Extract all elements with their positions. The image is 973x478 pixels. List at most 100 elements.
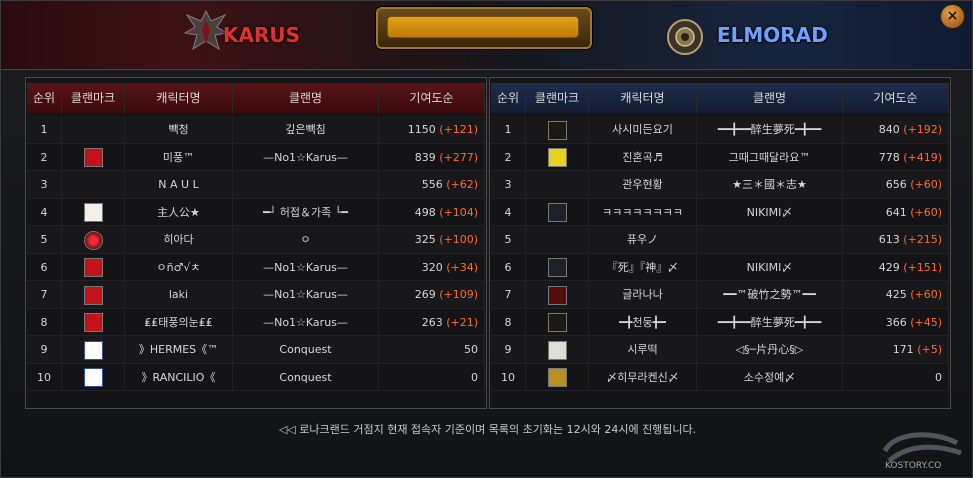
character-name: 관우현황	[589, 171, 697, 198]
karus-faction-name: KARUS	[223, 23, 301, 47]
points-delta: (+121)	[439, 123, 478, 136]
points-value: 498	[414, 205, 436, 219]
red-clan-mark-icon	[83, 258, 103, 277]
castle-mark-icon	[547, 203, 567, 222]
blue-c-mark-icon	[83, 368, 103, 387]
table-row: 6 『死』『神』〆 NIKIMI〆 429 (+151)	[491, 253, 949, 281]
table-row: 2 진혼곡♬ 그때그때달라요™ 778 (+419)	[491, 143, 949, 171]
yellow-text-mark-icon	[547, 148, 567, 167]
character-name: 〆히무라켄신〆	[589, 363, 697, 390]
watermark-text: KOSTORY.CO	[885, 461, 942, 471]
title-plate-inner	[387, 16, 579, 38]
table-row: 5 히아다 ㅇ 325 (+100)	[27, 226, 485, 254]
header-clan-mark: 클랜마크	[62, 83, 125, 113]
table-row: 2 미풍™ —No1☆Karus— 839 (+277)	[27, 143, 485, 171]
points-value: 839	[414, 150, 436, 164]
points-value: 425	[885, 288, 907, 301]
clan-name: ㅇ	[233, 226, 379, 253]
header-character: 캐릭터명	[125, 83, 233, 113]
title-plate	[376, 7, 592, 49]
character-name: 미풍™	[125, 143, 233, 170]
clan-mark-cell	[526, 198, 589, 225]
clan-name	[697, 226, 843, 253]
elmorad-ranking-panel: 순위 클랜마크 캐릭터명 클랜명 기여도순 1 사시미든요기 ━━╋━━醉生夢死━╋…	[489, 77, 951, 409]
contribution-points: 556 (+62)	[379, 171, 485, 198]
contribution-points: 320 (+34)	[379, 253, 485, 280]
rank-cell: 1	[27, 116, 62, 143]
contribution-points: 840 (+192)	[843, 116, 949, 143]
karus-ranking-panel: 순위 클랜마크 캐릭터명 클랜명 기여도순 1 빽청 깊은빽침 1150 (+121)…	[25, 77, 487, 409]
contribution-points: 641 (+60)	[843, 198, 949, 225]
clan-mark-cell	[62, 363, 125, 390]
points-value: 50	[464, 343, 478, 356]
clan-mark-cell	[62, 253, 125, 280]
clan-mark-cell	[62, 226, 125, 253]
character-name: 히아다	[125, 226, 233, 253]
red-clan-mark-icon	[83, 285, 103, 305]
points-delta: (+151)	[903, 260, 942, 274]
elmorad-emblem-icon	[667, 19, 703, 55]
points-value: 0	[471, 370, 478, 384]
points-value: 613	[878, 233, 900, 246]
rank-cell: 10	[27, 363, 62, 390]
points-delta: (+21)	[446, 315, 478, 329]
points-value: 320	[421, 260, 443, 274]
contribution-points: 613 (+215)	[843, 226, 949, 253]
clan-mark-cell	[526, 363, 589, 390]
character-name: ㅋㅋㅋㅋㅋㅋㅋㅋ	[589, 198, 697, 225]
table-row: 6 ㅇñ♂√ㅊ —No1☆Karus— 320 (+34)	[27, 253, 485, 281]
table-row: 3 N A U L 556 (+62)	[27, 171, 485, 199]
points-value: 269	[414, 288, 436, 301]
clan-mark-cell	[526, 281, 589, 308]
contribution-points: 269 (+109)	[379, 281, 485, 308]
clan-mark-cell	[526, 226, 589, 253]
character-name: 『死』『神』〆	[589, 253, 697, 280]
clan-mark-cell	[526, 308, 589, 335]
rank-cell: 9	[491, 336, 526, 363]
elmorad-faction-name: ELMORAD	[717, 23, 828, 47]
rank-cell: 8	[27, 308, 62, 335]
table-row: 1 빽청 깊은빽침 1150 (+121)	[27, 116, 485, 144]
points-value: 0	[935, 370, 942, 384]
close-button[interactable]: ×	[940, 4, 965, 29]
points-value: 429	[878, 260, 900, 274]
elmorad-table-header: 순위 클랜마크 캐릭터명 클랜명 기여도순	[491, 83, 949, 113]
points-delta: (+45)	[910, 315, 942, 329]
points-delta: (+100)	[439, 233, 478, 246]
clan-name: ◁§─片丹心§▷	[697, 336, 843, 363]
character-name: 진혼곡♬	[589, 143, 697, 170]
points-value: 1150	[407, 123, 436, 136]
clan-name: NIKIMI〆	[697, 253, 843, 280]
elmorad-rows: 1 사시미든요기 ━━╋━━醉生夢死━╋━━ 840 (+192) 2 진혼곡♬ 그때그때달…	[491, 116, 949, 391]
clan-mark-cell	[62, 198, 125, 225]
points-delta: (+34)	[446, 260, 478, 274]
rank-cell: 5	[491, 226, 526, 253]
rank-cell: 6	[491, 253, 526, 280]
clan-name: ━━™破竹之勢™━━	[697, 281, 843, 308]
character-name: laki	[125, 281, 233, 308]
header-clan-mark: 클랜마크	[526, 83, 589, 113]
rank-cell: 3	[491, 171, 526, 198]
header-contribution: 기여도순	[379, 83, 485, 113]
red-sun-mark-icon	[547, 285, 567, 305]
gold-kanji-mark-icon	[547, 368, 567, 387]
contribution-points: 366 (+45)	[843, 308, 949, 335]
clan-mark-cell	[526, 253, 589, 280]
character-name: 》HERMES《™	[125, 336, 233, 363]
clan-name: —No1☆Karus—	[233, 143, 379, 170]
header-character: 캐릭터명	[589, 83, 697, 113]
contribution-points: 263 (+21)	[379, 308, 485, 335]
table-row: 10 〆히무라켄신〆 소수정예〆 0	[491, 363, 949, 391]
rank-cell: 4	[27, 198, 62, 225]
points-delta: (+192)	[903, 123, 942, 136]
red-clan-mark-icon	[83, 148, 103, 167]
flower-mark-icon	[547, 340, 567, 360]
character-name: 빽청	[125, 116, 233, 143]
header-clan: 클랜명	[697, 83, 843, 113]
character-name: 시루떡	[589, 336, 697, 363]
points-delta: (+109)	[439, 288, 478, 301]
points-delta: (+60)	[910, 205, 942, 219]
castle-mark-icon	[547, 258, 567, 277]
clan-mark-cell	[526, 143, 589, 170]
red-orb-mark-icon	[83, 230, 103, 250]
